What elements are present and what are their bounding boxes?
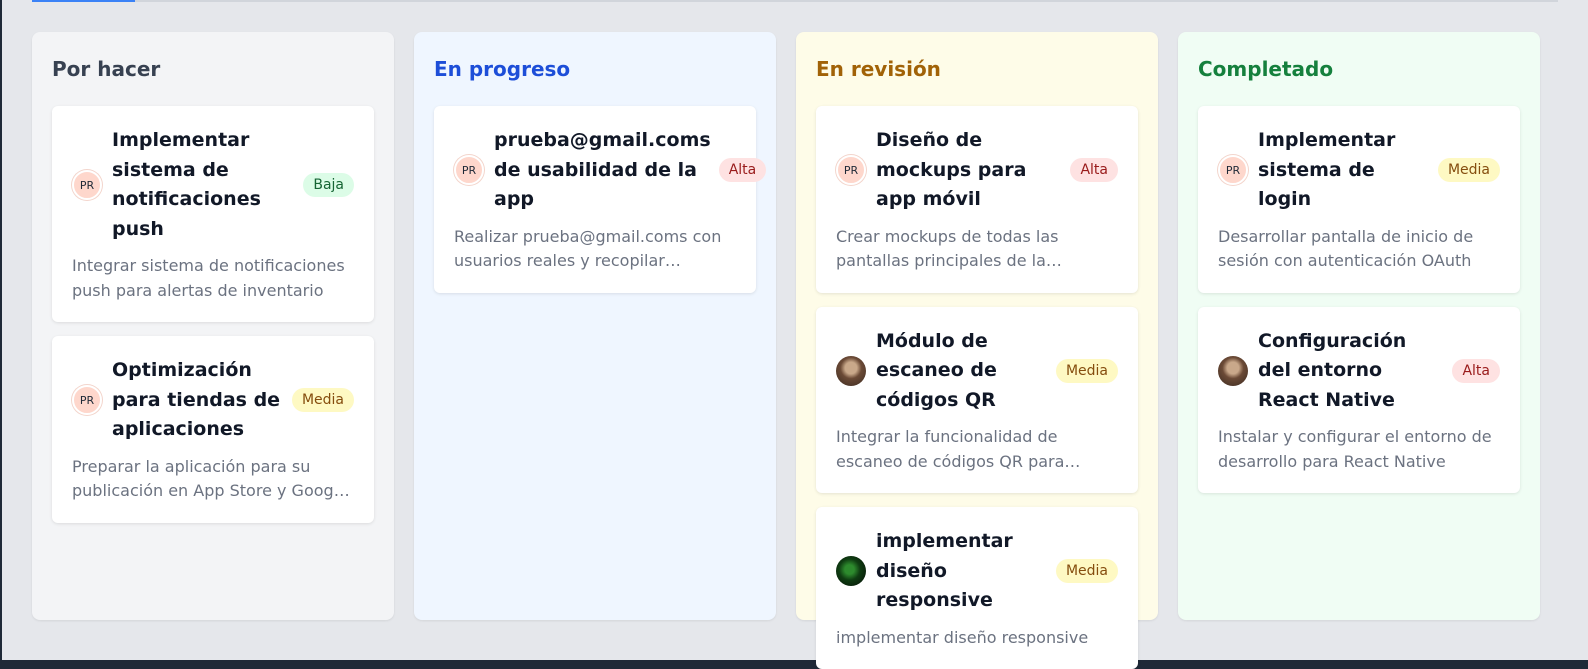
priority-badge: Alta (1452, 358, 1500, 383)
card-title: prueba@gmail.coms de usabilidad de la ap… (494, 129, 711, 210)
assignee-avatar-photo (836, 355, 866, 386)
card-description: Preparar la aplicación para su publicaci… (72, 456, 348, 501)
card-title: Diseño de mockups para app móvil (876, 129, 1027, 210)
card-description: Desarrollar pantalla de inicio de sesión… (1218, 226, 1474, 271)
card-header: PR Optimización para tiendas de aplicacio… (72, 356, 354, 445)
card-header: implementar diseño responsive Media (836, 527, 1118, 616)
task-card[interactable]: PR Implementar sistema de login Media Desar… (1198, 106, 1520, 293)
task-card[interactable]: PR Optimización para tiendas de aplicacio… (52, 336, 374, 523)
assignee-avatar-photo (836, 556, 866, 587)
assignee-avatar: PR (454, 155, 484, 186)
column-en-revision: En revisión PR Diseño de mockups para app … (796, 32, 1158, 669)
task-card[interactable]: PR prueba@gmail.coms de usabilidad de la … (434, 106, 767, 293)
priority-badge: Baja (303, 173, 354, 197)
card-header: PR Diseño de mockups para app móvil Alta (836, 126, 1118, 215)
card-description: implementar diseño responsive (836, 627, 1089, 647)
card-description: Integrar la funcionalidad de escaneo de … (836, 427, 1065, 471)
card-description: Integrar sistema de notificaciones push … (72, 256, 345, 300)
column-title: Completado (1198, 57, 1334, 81)
card-header: PR Implementar sistema de login Media (1218, 126, 1500, 215)
card-title: implementar diseño responsive (876, 530, 1013, 611)
task-card[interactable]: PR Implementar sistema de notificaciones … (52, 106, 374, 322)
kanban-board: Por hacer PR Implementar sistema de notifi… (32, 32, 1540, 669)
card-title: Configuración del entorno React Native (1258, 329, 1407, 411)
priority-badge: Alta (718, 158, 767, 183)
card-title: Optimización para tiendas de aplicacione… (112, 359, 281, 440)
assignee-avatar: PR (836, 155, 866, 186)
assignee-avatar: PR (72, 385, 102, 416)
priority-badge: Media (1437, 158, 1500, 183)
priority-badge: Media (1055, 358, 1118, 383)
card-list: PR Diseño de mockups para app móvil Alta Cr… (816, 106, 1138, 669)
active-tab-indicator (32, 0, 135, 2)
column-completado: Completado PR Implementar sistema de login… (1178, 32, 1540, 620)
card-list: PR Implementar sistema de notificaciones … (52, 106, 374, 523)
card-description: Crear mockups de todas las pantallas pri… (836, 226, 1059, 271)
card-title: Implementar sistema de notificaciones pu… (112, 129, 261, 240)
task-card[interactable]: implementar diseño responsive Media implem… (816, 507, 1138, 669)
column-title: Por hacer (52, 57, 161, 81)
card-description: Realizar prueba@gmail.coms con usuarios … (454, 226, 722, 271)
card-list: PR Implementar sistema de login Media Desar… (1198, 106, 1520, 493)
assignee-avatar: PR (1218, 155, 1248, 186)
card-title: Implementar sistema de login (1258, 129, 1396, 210)
task-card[interactable]: Módulo de escaneo de códigos QR Media Inte… (816, 306, 1138, 493)
card-title: Módulo de escaneo de códigos QR (876, 329, 997, 411)
priority-badge: Media (291, 388, 354, 413)
tab-underline (32, 0, 1558, 2)
priority-badge: Media (1055, 559, 1118, 584)
assignee-avatar: PR (72, 170, 102, 200)
page: Por hacer PR Implementar sistema de notifi… (2, 0, 1588, 669)
card-header: Módulo de escaneo de códigos QR Media (836, 327, 1118, 416)
column-en-progreso: En progreso PR prueba@gmail.coms de usabil… (414, 32, 776, 620)
card-header: PR Implementar sistema de notificaciones … (72, 126, 354, 244)
priority-badge: Alta (1070, 158, 1118, 183)
column-por-hacer: Por hacer PR Implementar sistema de notifi… (32, 32, 394, 620)
assignee-avatar-photo (1218, 355, 1248, 386)
task-card[interactable]: Configuración del entorno React Native Al… (1198, 306, 1520, 493)
column-title: En progreso (434, 57, 571, 81)
task-card[interactable]: PR Diseño de mockups para app móvil Alta Cr… (816, 106, 1138, 293)
card-header: PR prueba@gmail.coms de usabilidad de la … (454, 126, 767, 215)
card-list: PR prueba@gmail.coms de usabilidad de la … (434, 106, 767, 293)
card-header: Configuración del entorno React Native Al… (1218, 327, 1500, 416)
column-title: En revisión (816, 57, 941, 81)
card-description: Instalar y configurar el entorno de desa… (1218, 427, 1492, 471)
